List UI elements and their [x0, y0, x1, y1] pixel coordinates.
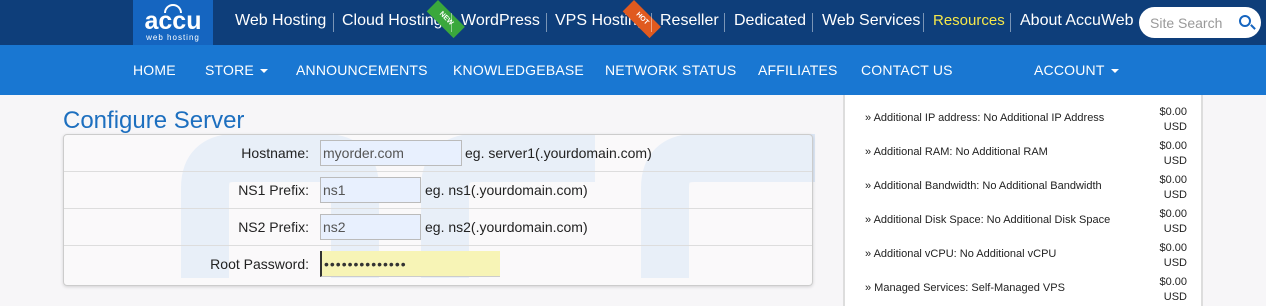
ns2-row: NS2 Prefix: eg. ns2(.yourdomain.com) — [64, 209, 812, 246]
summary-item-price: $0.00 USD — [1159, 275, 1187, 305]
configure-server-form: Hostname: eg. server1(.yourdomain.com) N… — [63, 134, 813, 286]
nav-store[interactable]: STORE — [205, 62, 268, 78]
nav-account[interactable]: ACCOUNT — [1034, 62, 1119, 78]
price-amount: $0.00 — [1159, 242, 1187, 254]
summary-item-label: » Additional Bandwidth: No Additional Ba… — [865, 180, 1102, 192]
price-amount: $0.00 — [1159, 208, 1187, 220]
page-title: Configure Server — [63, 107, 245, 134]
ns2-label: NS2 Prefix: — [238, 219, 309, 235]
summary-item: » Additional Disk Space: No Additional D… — [845, 202, 1201, 236]
chevron-down-icon — [1110, 69, 1119, 74]
price-currency: USD — [1163, 223, 1187, 235]
nav-network-status[interactable]: NETWORK STATUS — [605, 62, 736, 78]
chevron-down-icon — [259, 69, 268, 74]
nav-divider — [451, 13, 452, 32]
price-amount: $0.00 — [1159, 140, 1187, 152]
root-password-label: Root Password: — [210, 256, 309, 272]
topnav-web-hosting[interactable]: Web Hosting — [235, 12, 326, 30]
nav-store-label: STORE — [205, 62, 254, 78]
summary-item-label: » Additional IP address: No Additional I… — [865, 112, 1105, 124]
nav-announcements[interactable]: ANNOUNCEMENTS — [296, 62, 428, 78]
summary-item-price: $0.00 USD — [1159, 207, 1187, 237]
nav-divider — [1010, 13, 1011, 32]
nav-divider — [651, 13, 652, 32]
summary-item: » Managed Services: Self-Managed VPS $0.… — [845, 270, 1201, 304]
ns1-row: NS1 Prefix: eg. ns1(.yourdomain.com) — [64, 172, 812, 209]
root-password-row: Root Password: — [64, 246, 812, 283]
price-currency: USD — [1163, 189, 1187, 201]
nav-contact-us[interactable]: CONTACT US — [861, 62, 953, 78]
nav-divider — [724, 13, 725, 32]
ns2-hint: eg. ns2(.yourdomain.com) — [425, 219, 588, 235]
price-currency: USD — [1163, 257, 1187, 269]
site-search-input[interactable]: Site Search — [1139, 7, 1261, 38]
ns1-prefix-input[interactable] — [320, 177, 421, 203]
price-amount: $0.00 — [1159, 106, 1187, 118]
brand-logo[interactable]: accu web hosting — [133, 0, 213, 45]
price-currency: USD — [1163, 121, 1187, 133]
topnav-about[interactable]: About AccuWeb — [1020, 12, 1134, 30]
ns2-prefix-input[interactable] — [320, 214, 421, 240]
search-icon[interactable] — [1239, 15, 1251, 27]
topnav-resources[interactable]: Resources — [933, 12, 1005, 29]
ns1-hint: eg. ns1(.yourdomain.com) — [425, 182, 588, 198]
order-summary-sidebar: » Additional IP address: No Additional I… — [843, 95, 1203, 306]
ns1-label: NS1 Prefix: — [238, 182, 309, 198]
topnav-wordpress[interactable]: WordPress — [461, 12, 540, 30]
summary-item-label: » Additional RAM: No Additional RAM — [865, 146, 1048, 158]
root-password-input[interactable] — [320, 251, 500, 277]
summary-item-price: $0.00 USD — [1159, 139, 1187, 169]
topnav-dedicated[interactable]: Dedicated — [734, 12, 806, 30]
nav-divider — [546, 13, 547, 32]
topnav-cloud-hosting[interactable]: Cloud Hosting — [342, 12, 443, 30]
summary-item-label: » Additional vCPU: No Additional vCPU — [865, 248, 1057, 260]
top-header: accu web hosting Web Hosting Cloud Hosti… — [0, 0, 1266, 45]
summary-item-price: $0.00 USD — [1159, 105, 1187, 135]
summary-item-label: » Additional Disk Space: No Additional D… — [865, 214, 1111, 226]
summary-item: » Additional RAM: No Additional RAM $0.0… — [845, 134, 1201, 168]
price-amount: $0.00 — [1159, 276, 1187, 288]
nav-knowledgebase[interactable]: KNOWLEDGEBASE — [453, 62, 584, 78]
nav-divider — [333, 13, 334, 32]
summary-item: » Additional Bandwidth: No Additional Ba… — [845, 168, 1201, 202]
nav-account-label: ACCOUNT — [1034, 62, 1105, 78]
nav-affiliates[interactable]: AFFILIATES — [758, 62, 838, 78]
summary-item-label: » Managed Services: Self-Managed VPS — [865, 282, 1065, 294]
price-amount: $0.00 — [1159, 174, 1187, 186]
nav-divider — [923, 13, 924, 32]
hostname-input[interactable] — [320, 140, 462, 166]
hostname-row: Hostname: eg. server1(.yourdomain.com) — [64, 135, 812, 172]
topnav-reseller[interactable]: Reseller — [660, 12, 719, 30]
price-currency: USD — [1163, 291, 1187, 303]
main-navigation: HOME STORE ANNOUNCEMENTS KNOWLEDGEBASE N… — [0, 45, 1266, 95]
summary-item: » Additional IP address: No Additional I… — [845, 100, 1201, 134]
hostname-hint: eg. server1(.yourdomain.com) — [465, 145, 652, 161]
summary-item: » Additional vCPU: No Additional vCPU $0… — [845, 236, 1201, 270]
summary-item-price: $0.00 USD — [1159, 173, 1187, 203]
nav-home[interactable]: HOME — [133, 62, 176, 78]
topnav-web-services[interactable]: Web Services — [822, 12, 920, 30]
summary-item-price: $0.00 USD — [1159, 241, 1187, 271]
nav-divider — [812, 13, 813, 32]
hostname-label: Hostname: — [241, 145, 309, 161]
search-placeholder: Site Search — [1150, 15, 1223, 31]
price-currency: USD — [1163, 155, 1187, 167]
